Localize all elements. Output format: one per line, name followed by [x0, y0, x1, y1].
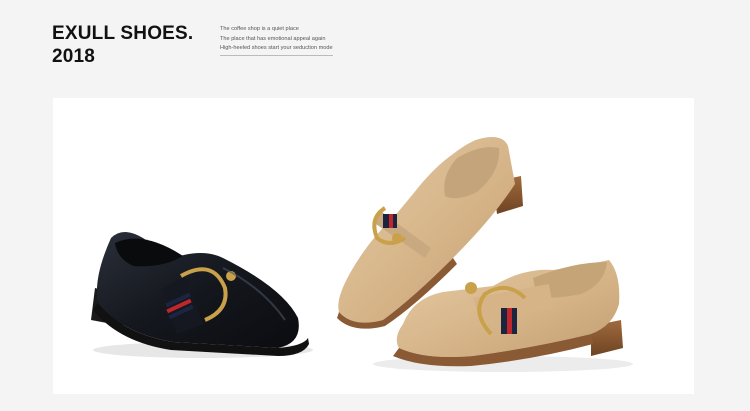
tagline-block: The coffee shop is a quiet place The pla…: [220, 25, 333, 56]
black-loafer: [91, 232, 313, 358]
tagline-1: The coffee shop is a quiet place: [220, 26, 299, 32]
brand-headline: EXULL SHOES. 2018: [52, 22, 193, 68]
shoes-illustration: [91, 137, 633, 372]
product-photo: [53, 98, 694, 394]
brand-title: EXULL SHOES.: [52, 23, 194, 44]
tagline-3: High-heeled shoes start your seduction m…: [220, 44, 333, 56]
brand-year: 2018: [52, 46, 96, 67]
tagline-2: The place that has emotional appeal agai…: [220, 35, 326, 42]
